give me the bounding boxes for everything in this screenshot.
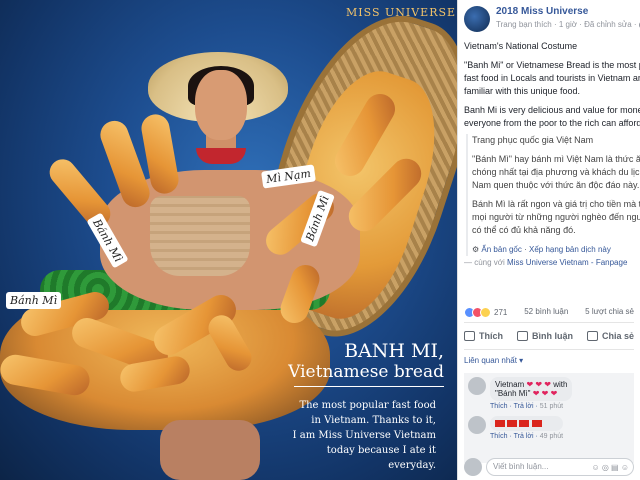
vietnam-flag-icon: [531, 420, 542, 428]
headline-line-2: Vietnamese bread: [288, 362, 444, 382]
page-avatar[interactable]: [464, 6, 490, 32]
commenter-avatar[interactable]: [468, 416, 486, 434]
translation-controls: ⚙ Ẩn bản gốc · Xếp hạng bản dịch này: [472, 245, 611, 254]
gear-icon[interactable]: ⚙: [472, 245, 479, 254]
tagged-page-link[interactable]: Miss Universe Vietnam - Fanpage: [507, 258, 627, 267]
translation-line: có thể có đủ khả năng đó.: [472, 225, 576, 235]
post-text-line: "Banh Mi" or Vietnamese Bread is the mos…: [464, 60, 640, 70]
post-text-line: Vietnam's National Costume: [464, 41, 578, 51]
post-text-line: Banh Mi is very delicious and value for …: [464, 105, 640, 115]
comment-count[interactable]: 52 bình luận: [524, 307, 568, 318]
hide-original-link[interactable]: Ẩn bản gốc: [481, 245, 521, 254]
my-avatar: [464, 458, 482, 476]
comment-time: 51 phút: [539, 403, 564, 410]
comment-input-placeholder: Viết bình luận...: [493, 462, 549, 471]
vietnam-flag-icon: [507, 420, 518, 428]
comment-meta: Thích · Trả lời · 49 phút: [490, 433, 564, 440]
comment-input-icons[interactable]: ☺ ◎ ▤ ☺: [591, 463, 629, 472]
post-meta-text: Trang bạn thích · 1 giờ · Đã chỉnh sửa ·: [496, 20, 637, 29]
model-face: [195, 70, 247, 140]
post-actions: Thích Bình luận Chia sẻ: [464, 322, 634, 350]
translation-line: Bánh Mì là rất ngon và giá trị cho tiền …: [472, 199, 640, 209]
share-icon: [586, 331, 598, 341]
post-text-line: everyone from the poor to the rich can a…: [464, 118, 640, 128]
comment-text-line2: "Bánh Mì": [495, 389, 531, 398]
headline-line-1: BANH MI,: [344, 340, 444, 362]
caption-line: today because I ate it everyday.: [326, 445, 436, 471]
comment-time: 49 phút: [539, 433, 564, 440]
comment-item: Thích · Trả lời · 49 phút: [468, 416, 630, 440]
comments-list: Vietnam ❤ ❤ ❤ with "Bánh Mì" ❤ ❤ ❤ Thích…: [464, 373, 634, 463]
comment-like-link[interactable]: Thích: [490, 403, 508, 410]
reaction-summary[interactable]: 271: [464, 307, 507, 318]
caption-line: in Vietnam. Thanks to it,: [311, 415, 436, 426]
comment-bubble: Vietnam ❤ ❤ ❤ with "Bánh Mì" ❤ ❤ ❤: [490, 377, 573, 401]
wow-reaction-icon: [480, 307, 491, 318]
reaction-count: 271: [494, 308, 508, 317]
post-meta: Trang bạn thích · 1 giờ · Đã chỉnh sửa ·: [496, 20, 640, 29]
translation-line: "Bánh Mì" hay bánh mì Việt Nam là thức ă…: [472, 154, 640, 164]
translation-line: Nam quen thuộc với thức ăn độc đáo này.: [472, 180, 640, 190]
post-header: 2018 Miss Universe Trang bạn thích · 1 g…: [458, 0, 640, 36]
miss-universe-logo: MISS UNIVERSE: [346, 6, 457, 19]
translation-block: Trang phục quốc gia Việt Nam "Bánh Mì" h…: [466, 134, 640, 256]
caption-line: The most popular fast food: [299, 400, 436, 411]
comment-meta: Thích · Trả lời · 51 phút: [490, 403, 564, 410]
translation-line: Trang phục quốc gia Việt Nam: [472, 135, 594, 145]
comment-icon: [516, 331, 528, 341]
model-dress: [150, 196, 250, 276]
screen: Bánh Mì Mì Nạm Bánh Mì Bánh Mì MISS UNIV…: [0, 0, 640, 480]
vietnam-flag-icon: [519, 420, 530, 428]
comment-button[interactable]: Bình luận: [516, 331, 573, 341]
comment-label: Bình luận: [531, 331, 573, 341]
write-comment-row: Viết bình luận... ☺ ◎ ▤ ☺: [464, 458, 634, 476]
model-necklace: [196, 148, 246, 164]
post-side-panel: 2018 Miss Universe Trang bạn thích · 1 g…: [457, 0, 640, 480]
comment-bubble: [490, 416, 564, 431]
model-legs: [160, 420, 260, 480]
comment-text: Vietnam: [495, 380, 525, 389]
comment-like-link[interactable]: Thích: [490, 433, 508, 440]
caption-line: I am Miss Universe Vietnam: [292, 430, 436, 441]
share-button[interactable]: Chia sẻ: [586, 331, 634, 341]
translation-line: chóng nhất tại địa phương và khách du lị…: [472, 167, 640, 177]
photo-headline: BANH MI, Vietnamese bread: [284, 340, 444, 387]
translation-line: mọi người từ những người nghèo đến người…: [472, 212, 640, 222]
heart-icons: ❤ ❤ ❤: [526, 380, 551, 389]
bread-tag: Bánh Mì: [6, 292, 62, 309]
post-photo[interactable]: Bánh Mì Mì Nạm Bánh Mì Bánh Mì MISS UNIV…: [0, 0, 457, 480]
comment-sort-dropdown[interactable]: Liên quan nhất ▾: [458, 350, 640, 371]
share-count[interactable]: 5 lượt chia sẻ: [585, 307, 634, 318]
heart-icons: ❤ ❤ ❤: [532, 389, 558, 398]
rate-translation-link[interactable]: Xếp hạng bản dịch này: [529, 245, 611, 254]
thumbs-up-icon: [464, 331, 475, 341]
post-text-line: fast food in Locals and tourists in Viet…: [464, 73, 640, 83]
commenter-avatar[interactable]: [468, 377, 486, 395]
comment-reply-link[interactable]: Trả lời: [514, 433, 534, 440]
like-label: Thích: [479, 331, 503, 341]
headline-divider: [294, 386, 444, 387]
comment-suffix: with: [553, 380, 568, 389]
post-text-line: familiar with this unique food.: [464, 86, 581, 96]
with-prefix: — cùng với: [464, 258, 508, 267]
comment-item: Vietnam ❤ ❤ ❤ with "Bánh Mì" ❤ ❤ ❤ Thích…: [468, 377, 630, 410]
post-stats: 271 52 bình luận 5 lượt chia sẻ: [458, 303, 640, 322]
comment-reply-link[interactable]: Trả lời: [514, 403, 534, 410]
like-button[interactable]: Thích: [464, 331, 503, 341]
share-label: Chia sẻ: [601, 331, 634, 341]
photo-caption: The most popular fast food in Vietnam. T…: [284, 398, 436, 473]
tagged-page: — cùng với Miss Universe Vietnam - Fanpa…: [458, 256, 640, 275]
vietnam-flag-icon: [495, 420, 505, 428]
comment-input[interactable]: Viết bình luận... ☺ ◎ ▤ ☺: [486, 458, 634, 476]
page-name-link[interactable]: 2018 Miss Universe: [496, 6, 640, 17]
post-body: Vietnam's National Costume "Banh Mi" or …: [458, 36, 640, 134]
